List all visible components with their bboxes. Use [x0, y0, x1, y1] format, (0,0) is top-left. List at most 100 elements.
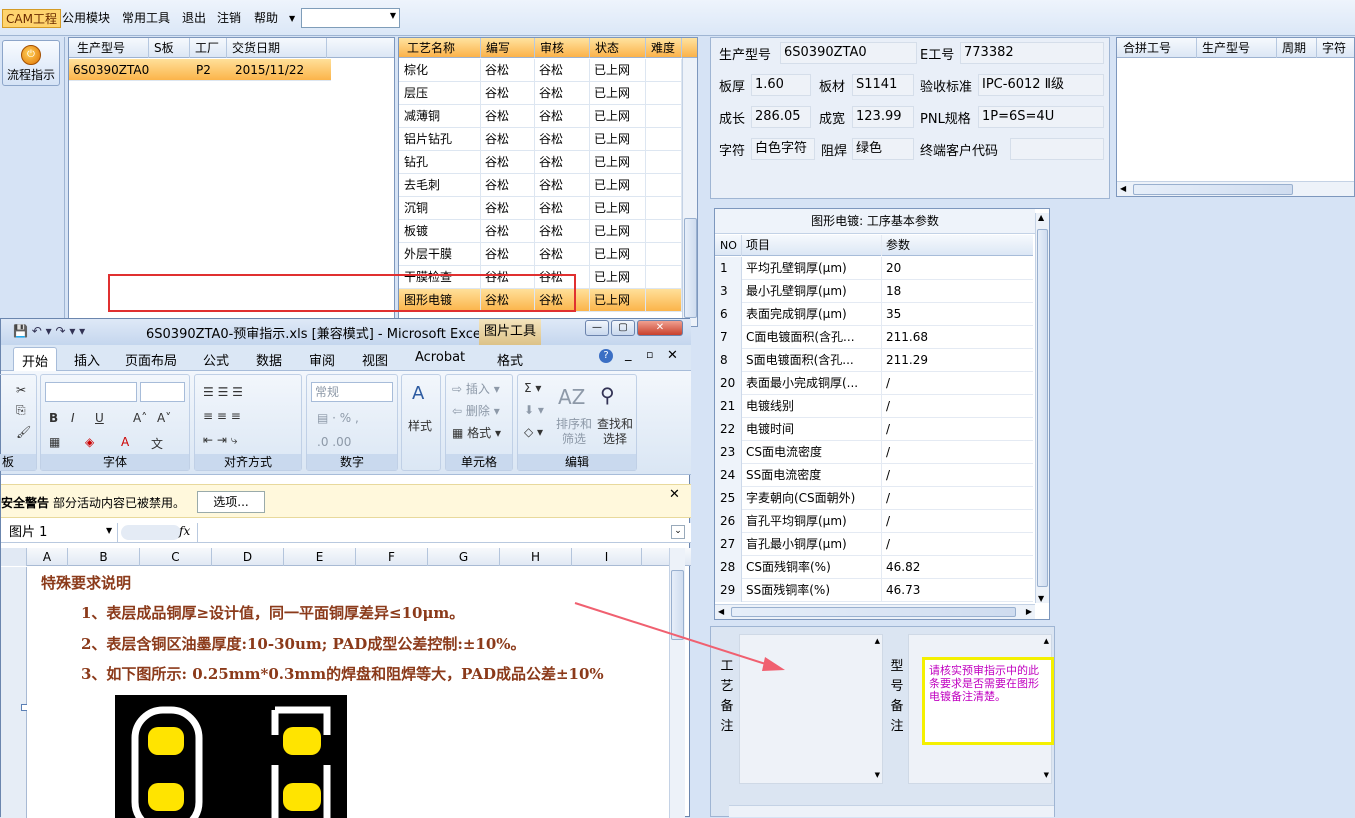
standard-field[interactable]: IPC-6012 Ⅱ级	[978, 74, 1104, 96]
sheet-line-3[interactable]: 3、如下图所示: 0.25mm*0.3mm的焊盘和阻焊等大，PAD成品公差±10…	[81, 663, 604, 684]
width-field[interactable]: 123.99	[852, 106, 914, 128]
menu-combo-box[interactable]: ▼	[301, 8, 400, 28]
customer-code-field[interactable]	[1010, 138, 1104, 160]
col-F[interactable]: F	[356, 548, 428, 566]
col-H[interactable]: H	[500, 548, 572, 566]
find-select-button[interactable]: 查找和选择	[595, 417, 635, 447]
sheet-line-2[interactable]: 2、表层含铜区油墨厚度:10-30um; PAD成型公差控制:±10%。	[81, 633, 526, 654]
col-header-process-name[interactable]: 工艺名称	[399, 38, 481, 58]
tab-review[interactable]: 审阅	[309, 350, 335, 369]
close-button[interactable]: ✕	[637, 320, 683, 336]
font-color-button[interactable]: A	[121, 435, 129, 449]
table-row[interactable]: 28 CS面残铜率(%) 46.82	[715, 556, 1033, 579]
border-button[interactable]: ▦	[49, 435, 60, 449]
table-row[interactable]: 24 SS面电流密度 /	[715, 464, 1033, 487]
mask-field[interactable]: 绿色	[852, 138, 914, 160]
col-header-param[interactable]: 参数	[882, 235, 1032, 256]
sort-filter-icon[interactable]: AZ	[558, 385, 585, 409]
table-row[interactable]: 1 平均孔壁铜厚(μm) 20	[715, 257, 1033, 280]
table-row[interactable]: 23 CS面电流密度 /	[715, 441, 1033, 464]
scroll-up-icon[interactable]: ▲	[1038, 213, 1044, 222]
table-row[interactable]: 20 表面最小完成铜厚(... /	[715, 372, 1033, 395]
col-header-item[interactable]: 项目	[742, 235, 882, 256]
col-D[interactable]: D	[212, 548, 284, 566]
col-header-difficulty[interactable]: 难度	[646, 38, 682, 58]
col-header-status[interactable]: 状态	[590, 38, 646, 58]
remarks-hscrollbar[interactable]	[729, 805, 1054, 817]
col-header-factory[interactable]: 工厂	[190, 38, 227, 58]
name-box[interactable]: 图片 1	[1, 523, 118, 542]
font-size-select[interactable]	[140, 382, 185, 402]
minimize-button[interactable]: —	[585, 320, 609, 336]
menu-exit[interactable]: 退出	[179, 9, 209, 28]
tab-home[interactable]: 开始	[13, 347, 58, 371]
table-row[interactable]: 减薄铜 谷松 谷松 已上网	[399, 105, 682, 128]
table-row[interactable]: 7 C面电镀面积(含孔... 211.68	[715, 326, 1033, 349]
name-box-dropdown-icon[interactable]: ▼	[106, 526, 112, 535]
table-row[interactable]: 8 S面电镀面积(含孔... 211.29	[715, 349, 1033, 372]
col-I[interactable]: I	[572, 548, 642, 566]
pad-picture[interactable]	[115, 695, 347, 818]
format-cells-button[interactable]: ▦ 格式 ▾	[452, 424, 501, 441]
model-field[interactable]: 6S0390ZTA0	[780, 42, 917, 64]
formula-input[interactable]	[197, 523, 669, 542]
select-all-corner[interactable]	[1, 548, 27, 566]
table-row[interactable]: 铝片钻孔 谷松 谷松 已上网	[399, 128, 682, 151]
scroll-left-icon[interactable]: ◀	[1120, 184, 1126, 193]
ribbon-close-icon[interactable]: ✕	[667, 348, 678, 363]
col-E[interactable]: E	[284, 548, 356, 566]
e-no-field[interactable]: 773382	[960, 42, 1104, 64]
params-vscrollbar[interactable]: ▲ ▼	[1035, 213, 1049, 603]
ribbon-minimize-icon[interactable]: _	[625, 347, 632, 362]
table-row[interactable]: 板镀 谷松 谷松 已上网	[399, 220, 682, 243]
table-row[interactable]: 钻孔 谷松 谷松 已上网	[399, 151, 682, 174]
maximize-button[interactable]: ▢	[611, 320, 635, 336]
percent-icon[interactable]: ▤ · % ,	[317, 411, 359, 425]
tab-format[interactable]: 格式	[497, 350, 523, 369]
styles-button[interactable]: 样式	[408, 417, 432, 434]
scroll-thumb[interactable]	[684, 218, 697, 318]
combine-hscrollbar[interactable]: ◀	[1117, 181, 1354, 196]
format-painter-icon[interactable]: 🖌	[16, 425, 31, 439]
italic-button[interactable]: I	[71, 411, 75, 425]
sheet-line-1[interactable]: 1、表层成品铜厚≥设计值，同一平面铜厚差异≤10μm。	[81, 602, 464, 623]
security-close-icon[interactable]: ✕	[669, 487, 680, 502]
binoculars-icon[interactable]: ⚲	[600, 383, 615, 407]
process-scrollbar[interactable]	[682, 58, 697, 326]
align-top-icon[interactable]: ☰ ☰ ☰	[203, 385, 243, 399]
tab-view[interactable]: 视图	[362, 350, 388, 369]
help-dropdown-icon[interactable]: ▼	[286, 9, 298, 28]
menu-cam-project[interactable]: CAM工程	[2, 9, 61, 28]
char-field[interactable]: 白色字符	[751, 138, 815, 160]
col-header-combine-no[interactable]: 合拼工号	[1117, 38, 1197, 58]
col-C[interactable]: C	[140, 548, 212, 566]
table-row[interactable]: 3 最小孔壁铜厚(μm) 18	[715, 280, 1033, 303]
table-row[interactable]: 6S0390ZTA0 P2 2015/11/22	[69, 59, 331, 81]
insert-cells-button[interactable]: ⇨ 插入 ▾	[452, 380, 500, 397]
scroll-right-icon[interactable]: ▶	[1026, 607, 1032, 616]
autosum-icon[interactable]: Σ ▾	[524, 381, 541, 395]
fill-icon[interactable]: ⬇ ▾	[524, 403, 544, 417]
flow-indicator-button[interactable]: ⏻ 流程指示	[2, 40, 60, 86]
number-format-select[interactable]: 常规	[311, 382, 393, 402]
security-options-button[interactable]: 选项...	[197, 491, 265, 513]
table-row[interactable]: 去毛刺 谷松 谷松 已上网	[399, 174, 682, 197]
pnl-field[interactable]: 1P=6S=4U	[978, 106, 1104, 128]
tab-insert[interactable]: 插入	[74, 350, 100, 369]
quick-access-toolbar[interactable]: 💾 ↶ ▾ ↷ ▾ ▾	[13, 324, 85, 338]
col-header-no[interactable]: NO	[715, 235, 742, 256]
delete-cells-button[interactable]: ⇦ 删除 ▾	[452, 402, 500, 419]
col-header-reviewer[interactable]: 审核	[535, 38, 590, 58]
scroll-thumb[interactable]	[1037, 229, 1048, 587]
table-row[interactable]: 外层干膜 谷松 谷松 已上网	[399, 243, 682, 266]
table-row[interactable]: 22 电镀时间 /	[715, 418, 1033, 441]
material-field[interactable]: S1141	[852, 74, 914, 96]
table-row[interactable]: 层压 谷松 谷松 已上网	[399, 82, 682, 105]
table-row[interactable]: 27 盲孔最小铜厚(μm) /	[715, 533, 1033, 556]
col-header-delivery-date[interactable]: 交货日期	[227, 38, 327, 58]
col-B[interactable]: B	[68, 548, 140, 566]
shrink-font-button[interactable]: A˅	[157, 411, 171, 425]
fx-icon[interactable]: fx	[179, 524, 190, 538]
clear-icon[interactable]: ◇ ▾	[524, 425, 543, 439]
table-row[interactable]: 25 字麦朝向(CS面朝外) /	[715, 487, 1033, 510]
